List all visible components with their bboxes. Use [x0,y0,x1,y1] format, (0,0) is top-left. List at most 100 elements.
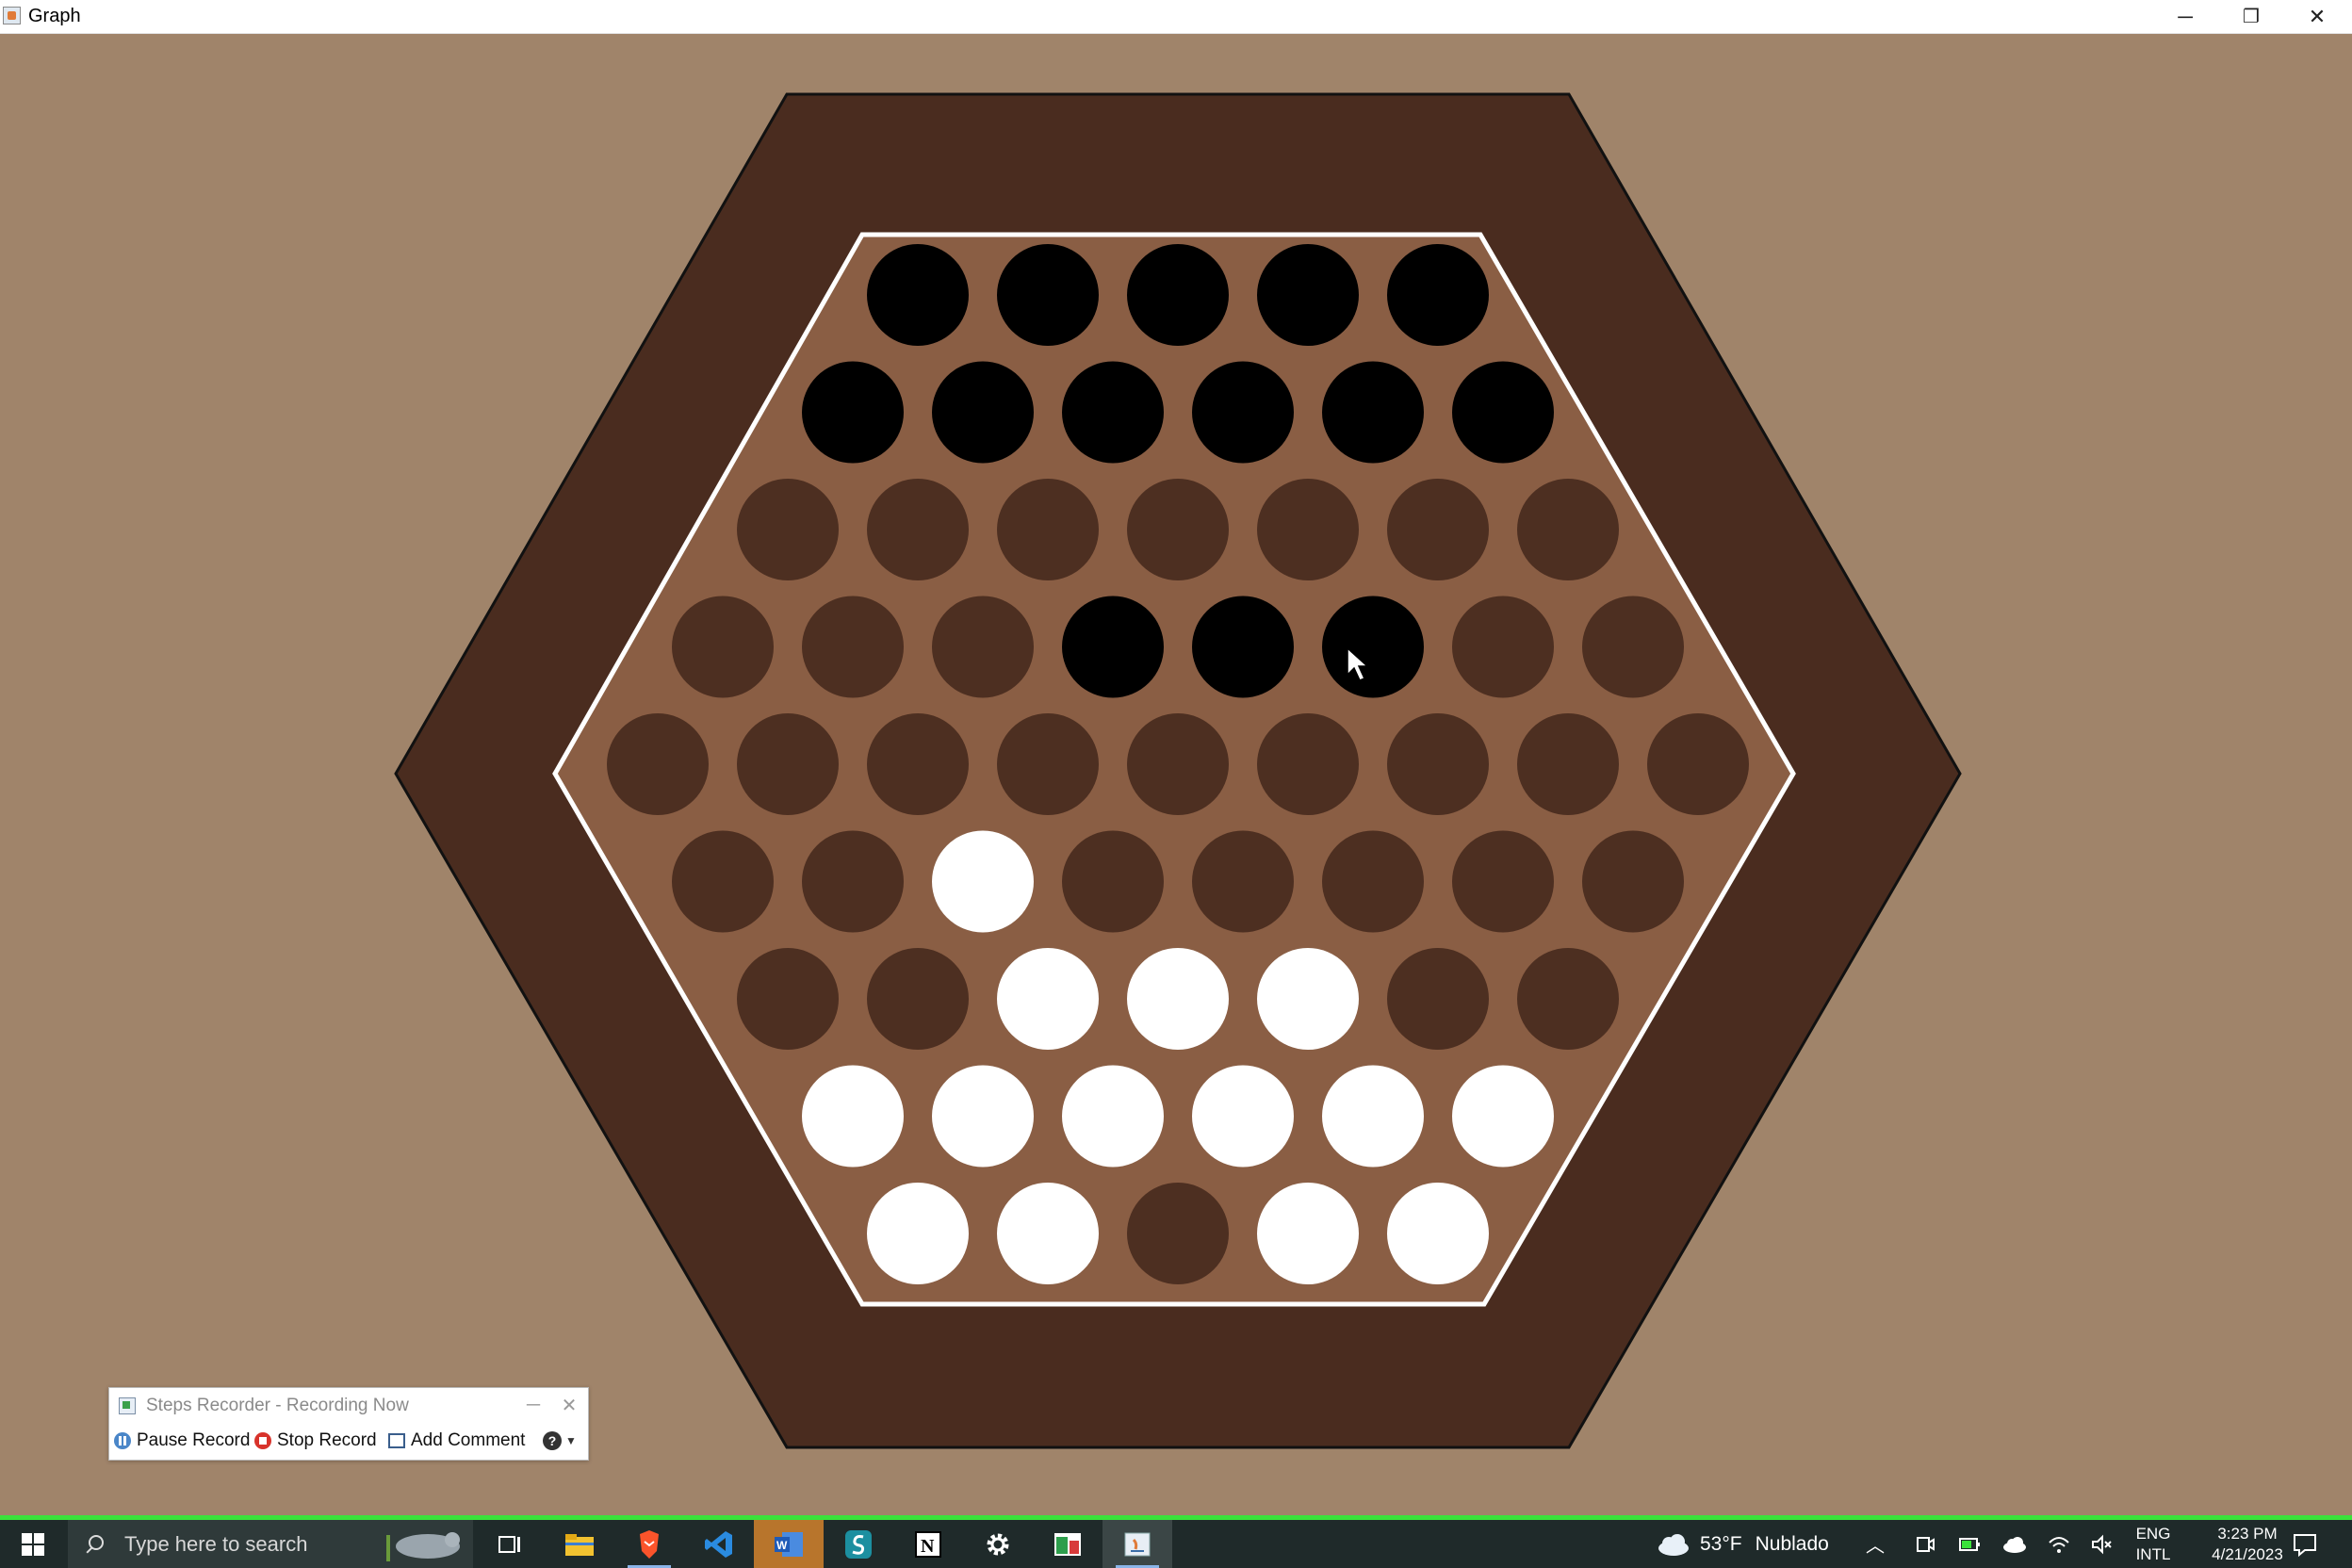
minimize-button[interactable]: ─ [2152,0,2218,33]
empty-hole[interactable] [1257,479,1359,580]
white-piece[interactable] [1322,1065,1424,1168]
steps-recorder-window[interactable]: Steps Recorder - Recording Now ─ ✕ Pause… [108,1387,589,1461]
file-explorer-button[interactable] [545,1520,614,1568]
black-piece[interactable] [867,244,969,346]
empty-hole[interactable] [1582,830,1684,933]
empty-hole[interactable] [1582,596,1684,698]
empty-hole[interactable] [867,713,969,815]
taskbar-search-box[interactable]: Type here to search [68,1520,473,1568]
psr-close-button[interactable]: ✕ [550,1390,588,1420]
black-piece[interactable] [1452,361,1554,464]
empty-hole[interactable] [997,479,1099,580]
empty-hole[interactable] [1322,830,1424,933]
white-piece[interactable] [997,948,1099,1050]
empty-hole[interactable] [1127,713,1229,815]
weather-widget[interactable]: 53°F Nublado [1655,1520,1829,1568]
white-piece[interactable] [1192,1065,1294,1168]
white-piece[interactable] [1127,948,1229,1050]
black-piece[interactable] [1192,361,1294,464]
empty-hole[interactable] [607,713,709,815]
black-piece[interactable] [1257,244,1359,346]
black-piece[interactable] [1062,596,1164,698]
white-piece[interactable] [867,1183,969,1284]
empty-hole[interactable] [737,713,839,815]
white-piece[interactable] [932,1065,1034,1168]
empty-hole[interactable] [1192,830,1294,933]
empty-hole[interactable] [1387,479,1489,580]
white-piece[interactable] [1387,1183,1489,1284]
svg-text:W: W [776,1539,788,1552]
empty-hole[interactable] [672,830,774,933]
empty-hole[interactable] [1647,713,1749,815]
black-piece[interactable] [932,361,1034,464]
empty-hole[interactable] [1127,479,1229,580]
empty-hole[interactable] [737,948,839,1050]
close-button[interactable]: ✕ [2284,0,2350,33]
empty-hole[interactable] [1452,596,1554,698]
white-piece[interactable] [932,830,1034,933]
meet-now-button[interactable] [1915,1520,1936,1568]
empty-hole[interactable] [1452,830,1554,933]
black-piece[interactable] [1322,596,1424,698]
black-piece[interactable] [802,361,904,464]
white-piece[interactable] [802,1065,904,1168]
onedrive-button[interactable] [2001,1520,2028,1568]
stop-record-label: Stop Record [277,1430,377,1450]
empty-hole[interactable] [1387,948,1489,1050]
white-piece[interactable] [1257,1183,1359,1284]
network-button[interactable] [2047,1520,2071,1568]
brave-browser-button[interactable] [614,1520,684,1568]
settings-button[interactable] [963,1520,1033,1568]
help-button[interactable]: ? ▼ [543,1428,577,1454]
black-piece[interactable] [1192,596,1294,698]
empty-hole[interactable] [1517,713,1619,815]
spreadsheet-app-button[interactable] [1033,1520,1102,1568]
start-button[interactable] [0,1520,66,1568]
empty-hole[interactable] [737,479,839,580]
show-hidden-icons-button[interactable]: ︿ [1866,1520,1885,1568]
add-comment-button[interactable]: Add Comment [388,1428,525,1454]
psr-minimize-button[interactable]: ─ [514,1390,552,1420]
empty-hole[interactable] [1387,713,1489,815]
game-board-canvas[interactable] [0,33,2352,1512]
empty-hole[interactable] [1127,1183,1229,1284]
stop-record-button[interactable]: Stop Record [254,1428,377,1454]
empty-hole[interactable] [1062,830,1164,933]
sublime-button[interactable] [824,1520,893,1568]
black-piece[interactable] [1322,361,1424,464]
empty-hole[interactable] [997,713,1099,815]
empty-hole[interactable] [1257,713,1359,815]
spreadsheet-icon [1054,1532,1081,1556]
search-highlight-icon [386,1532,460,1561]
black-piece[interactable] [997,244,1099,346]
notifications-button[interactable] [2292,1520,2318,1568]
sublime-icon [845,1529,872,1559]
task-view-button[interactable] [475,1520,545,1568]
white-piece[interactable] [1257,948,1359,1050]
steps-recorder-titlebar[interactable]: Steps Recorder - Recording Now ─ ✕ [109,1388,588,1422]
empty-hole[interactable] [1517,948,1619,1050]
white-piece[interactable] [1452,1065,1554,1168]
white-piece[interactable] [1062,1065,1164,1168]
empty-hole[interactable] [802,596,904,698]
white-piece[interactable] [997,1183,1099,1284]
empty-hole[interactable] [672,596,774,698]
notion-button[interactable]: N [893,1520,963,1568]
pause-record-button[interactable]: Pause Record [114,1428,250,1454]
restore-button[interactable]: ❐ [2218,0,2284,33]
empty-hole[interactable] [867,479,969,580]
windows-logo-icon [22,1532,44,1556]
empty-hole[interactable] [802,830,904,933]
empty-hole[interactable] [932,596,1034,698]
black-piece[interactable] [1127,244,1229,346]
black-piece[interactable] [1387,244,1489,346]
vscode-button[interactable] [684,1520,754,1568]
black-piece[interactable] [1062,361,1164,464]
word-button[interactable]: W [754,1520,824,1568]
empty-hole[interactable] [867,948,969,1050]
notification-icon [2294,1533,2316,1557]
battery-button[interactable] [1958,1520,1983,1568]
onedrive-cloud-icon [2003,1536,2026,1553]
java-app-button[interactable] [1102,1520,1172,1568]
empty-hole[interactable] [1517,479,1619,580]
